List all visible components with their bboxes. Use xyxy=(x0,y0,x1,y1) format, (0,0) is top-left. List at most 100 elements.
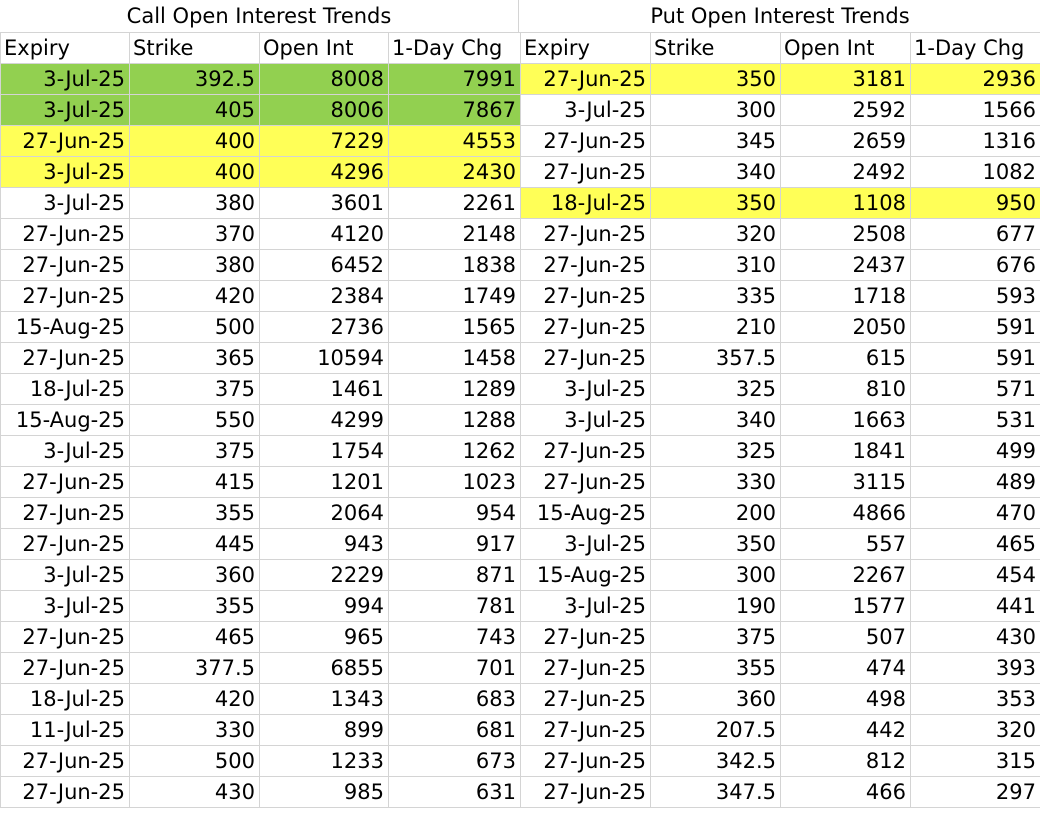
cell-open-int[interactable]: 2592 xyxy=(780,94,911,126)
cell-strike[interactable]: 380 xyxy=(129,187,260,219)
cell-expiry[interactable]: 3-Jul-25 xyxy=(520,590,651,622)
cell-expiry[interactable]: 27-Jun-25 xyxy=(520,683,651,715)
cell-open-int[interactable]: 994 xyxy=(259,590,389,622)
cell-expiry[interactable]: 27-Jun-25 xyxy=(520,280,651,312)
cell-open-int[interactable]: 1841 xyxy=(780,435,911,467)
cell-strike[interactable]: 340 xyxy=(650,156,781,188)
cell-1-day-chg[interactable]: 593 xyxy=(910,280,1040,312)
cell-expiry[interactable]: 27-Jun-25 xyxy=(520,125,651,157)
cell-strike[interactable]: 330 xyxy=(129,714,260,746)
cell-expiry[interactable]: 27-Jun-25 xyxy=(0,621,130,653)
cell-strike[interactable]: 500 xyxy=(129,745,260,777)
cell-expiry[interactable]: 27-Jun-25 xyxy=(520,218,651,250)
cell-1-day-chg[interactable]: 297 xyxy=(910,776,1040,808)
cell-open-int[interactable]: 4296 xyxy=(259,156,389,188)
cell-open-int[interactable]: 4120 xyxy=(259,218,389,250)
cell-1-day-chg[interactable]: 1458 xyxy=(388,342,521,374)
column-header-1-day-chg[interactable]: 1-Day Chg xyxy=(388,32,521,64)
cell-1-day-chg[interactable]: 315 xyxy=(910,745,1040,777)
cell-expiry[interactable]: 15-Aug-25 xyxy=(520,559,651,591)
cell-strike[interactable]: 500 xyxy=(129,311,260,343)
cell-open-int[interactable]: 8006 xyxy=(259,94,389,126)
cell-open-int[interactable]: 1718 xyxy=(780,280,911,312)
cell-expiry[interactable]: 27-Jun-25 xyxy=(0,497,130,529)
cell-open-int[interactable]: 6855 xyxy=(259,652,389,684)
cell-1-day-chg[interactable]: 571 xyxy=(910,373,1040,405)
cell-expiry[interactable]: 27-Jun-25 xyxy=(520,156,651,188)
cell-1-day-chg[interactable]: 871 xyxy=(388,559,521,591)
cell-1-day-chg[interactable]: 950 xyxy=(910,187,1040,219)
cell-1-day-chg[interactable]: 1262 xyxy=(388,435,521,467)
cell-1-day-chg[interactable]: 430 xyxy=(910,621,1040,653)
cell-expiry[interactable]: 27-Jun-25 xyxy=(0,745,130,777)
cell-strike[interactable]: 325 xyxy=(650,373,781,405)
cell-expiry[interactable]: 27-Jun-25 xyxy=(0,342,130,374)
cell-1-day-chg[interactable]: 2430 xyxy=(388,156,521,188)
cell-strike[interactable]: 357.5 xyxy=(650,342,781,374)
cell-open-int[interactable]: 507 xyxy=(780,621,911,653)
cell-strike[interactable]: 342.5 xyxy=(650,745,781,777)
cell-open-int[interactable]: 1754 xyxy=(259,435,389,467)
cell-1-day-chg[interactable]: 683 xyxy=(388,683,521,715)
cell-1-day-chg[interactable]: 1838 xyxy=(388,249,521,281)
cell-1-day-chg[interactable]: 7991 xyxy=(388,63,521,95)
cell-1-day-chg[interactable]: 2148 xyxy=(388,218,521,250)
cell-1-day-chg[interactable]: 1566 xyxy=(910,94,1040,126)
cell-strike[interactable]: 430 xyxy=(129,776,260,808)
cell-open-int[interactable]: 1343 xyxy=(259,683,389,715)
cell-expiry[interactable]: 3-Jul-25 xyxy=(0,187,130,219)
cell-open-int[interactable]: 2384 xyxy=(259,280,389,312)
cell-1-day-chg[interactable]: 917 xyxy=(388,528,521,560)
cell-expiry[interactable]: 27-Jun-25 xyxy=(520,745,651,777)
cell-strike[interactable]: 207.5 xyxy=(650,714,781,746)
cell-open-int[interactable]: 2064 xyxy=(259,497,389,529)
cell-expiry[interactable]: 3-Jul-25 xyxy=(0,63,130,95)
cell-expiry[interactable]: 27-Jun-25 xyxy=(0,466,130,498)
cell-1-day-chg[interactable]: 1565 xyxy=(388,311,521,343)
cell-strike[interactable]: 360 xyxy=(650,683,781,715)
cell-1-day-chg[interactable]: 353 xyxy=(910,683,1040,715)
cell-expiry[interactable]: 3-Jul-25 xyxy=(520,404,651,436)
cell-strike[interactable]: 300 xyxy=(650,559,781,591)
cell-open-int[interactable]: 7229 xyxy=(259,125,389,157)
cell-expiry[interactable]: 15-Aug-25 xyxy=(520,497,651,529)
cell-strike[interactable]: 360 xyxy=(129,559,260,591)
cell-expiry[interactable]: 27-Jun-25 xyxy=(0,528,130,560)
cell-expiry[interactable]: 3-Jul-25 xyxy=(0,559,130,591)
cell-strike[interactable]: 330 xyxy=(650,466,781,498)
cell-strike[interactable]: 375 xyxy=(129,435,260,467)
cell-open-int[interactable]: 1201 xyxy=(259,466,389,498)
cell-strike[interactable]: 355 xyxy=(129,497,260,529)
cell-open-int[interactable]: 8008 xyxy=(259,63,389,95)
cell-strike[interactable]: 365 xyxy=(129,342,260,374)
cell-expiry[interactable]: 27-Jun-25 xyxy=(0,249,130,281)
cell-open-int[interactable]: 2736 xyxy=(259,311,389,343)
cell-expiry[interactable]: 11-Jul-25 xyxy=(0,714,130,746)
cell-1-day-chg[interactable]: 393 xyxy=(910,652,1040,684)
cell-strike[interactable]: 190 xyxy=(650,590,781,622)
cell-strike[interactable]: 550 xyxy=(129,404,260,436)
cell-1-day-chg[interactable]: 7867 xyxy=(388,94,521,126)
cell-1-day-chg[interactable]: 441 xyxy=(910,590,1040,622)
cell-expiry[interactable]: 27-Jun-25 xyxy=(520,249,651,281)
calls-section-title[interactable]: Call Open Interest Trends xyxy=(0,0,518,32)
cell-expiry[interactable]: 27-Jun-25 xyxy=(520,466,651,498)
cell-1-day-chg[interactable]: 954 xyxy=(388,497,521,529)
cell-strike[interactable]: 350 xyxy=(650,528,781,560)
cell-strike[interactable]: 355 xyxy=(129,590,260,622)
cell-1-day-chg[interactable]: 591 xyxy=(910,311,1040,343)
cell-expiry[interactable]: 15-Aug-25 xyxy=(0,404,130,436)
cell-open-int[interactable]: 466 xyxy=(780,776,911,808)
cell-strike[interactable]: 350 xyxy=(650,63,781,95)
cell-1-day-chg[interactable]: 1023 xyxy=(388,466,521,498)
cell-expiry[interactable]: 27-Jun-25 xyxy=(520,311,651,343)
cell-open-int[interactable]: 498 xyxy=(780,683,911,715)
column-header-open-int[interactable]: Open Int xyxy=(780,32,911,64)
cell-expiry[interactable]: 27-Jun-25 xyxy=(0,776,130,808)
cell-expiry[interactable]: 27-Jun-25 xyxy=(520,621,651,653)
cell-1-day-chg[interactable]: 454 xyxy=(910,559,1040,591)
cell-strike[interactable]: 400 xyxy=(129,125,260,157)
cell-open-int[interactable]: 2492 xyxy=(780,156,911,188)
cell-expiry[interactable]: 27-Jun-25 xyxy=(520,435,651,467)
column-header-open-int[interactable]: Open Int xyxy=(259,32,389,64)
